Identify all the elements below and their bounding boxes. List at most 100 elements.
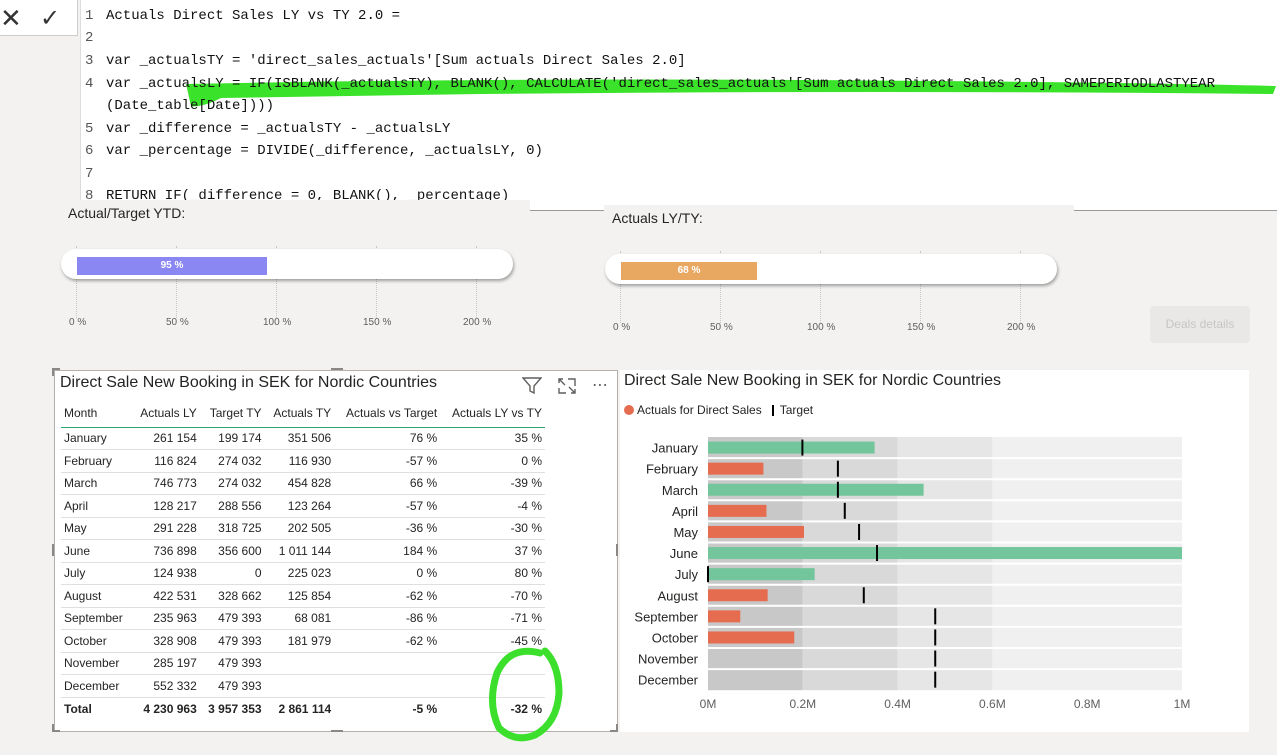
- table-row[interactable]: February 116 824 274 032 116 930 -57 % 0 %: [61, 449, 545, 473]
- close-icon[interactable]: ✕: [0, 4, 22, 34]
- booking-bullet-chart[interactable]: Direct Sale New Booking in SEK for Nordi…: [620, 370, 1249, 732]
- table-cell: 80 %: [440, 562, 545, 585]
- actual-bar: [708, 610, 741, 623]
- table-row[interactable]: November 285 197 479 393: [61, 652, 545, 675]
- table-cell: 291 228: [131, 517, 200, 540]
- table-row[interactable]: July 124 938 0 225 023 0 % 80 %: [61, 562, 545, 585]
- table-row[interactable]: June 736 898 356 600 1 011 144 184 % 37 %: [61, 539, 545, 563]
- table-row[interactable]: August 422 531 328 662 125 854 -62 % -70 %: [61, 584, 545, 608]
- line-number: 6: [85, 143, 94, 159]
- total-cell: 4 230 963: [131, 696, 200, 721]
- table-cell: -57 %: [334, 494, 441, 518]
- category-label: August: [658, 588, 699, 603]
- actual-bar: [708, 525, 804, 538]
- booking-table-visual[interactable]: Direct Sale New Booking in SEK for Nordi…: [52, 368, 618, 742]
- table-row[interactable]: December 552 332 479 393: [61, 674, 545, 698]
- table-cell: -39 %: [440, 472, 545, 495]
- table-row[interactable]: January 261 154 199 174 351 506 76 % 35 %: [61, 427, 545, 450]
- target-marker: [843, 502, 846, 519]
- category-label: May: [673, 525, 698, 540]
- actual-bar: [708, 441, 875, 454]
- table-cell: 746 773: [131, 472, 200, 495]
- table-cell: 318 725: [199, 517, 265, 540]
- table-cell: June: [61, 539, 132, 563]
- target-marker: [858, 523, 861, 540]
- axis-tick: 0 %: [69, 317, 87, 328]
- table-row[interactable]: September 235 963 479 393 68 081 -86 % -71 %: [61, 607, 545, 630]
- table-cell: January: [61, 427, 132, 450]
- table-cell: 479 393: [199, 652, 265, 675]
- axis-tick: 200 %: [463, 317, 492, 328]
- category-label: February: [646, 462, 699, 477]
- code-line[interactable]: (Date_table[Date]))): [106, 98, 274, 114]
- total-cell: -5 %: [334, 696, 441, 721]
- code-line[interactable]: var _actualsLY = IF(ISBLANK(_actualsTY),…: [106, 76, 1215, 92]
- table-row[interactable]: March 746 773 274 032 454 828 66 % -39 %: [61, 472, 545, 495]
- table-cell: -4 %: [440, 494, 545, 518]
- target-marker: [836, 460, 839, 477]
- deals-details-button[interactable]: Deals details: [1150, 306, 1250, 343]
- table-cell: 199 174: [199, 427, 265, 450]
- line-number: 2: [85, 30, 94, 46]
- code-line[interactable]: var _actualsTY = 'direct_sales_actuals'[…: [106, 53, 686, 69]
- table-cell: April: [61, 494, 132, 518]
- booking-table: Month Actuals LY Target TY Actuals TY Actual…: [61, 399, 545, 721]
- more-options-icon[interactable]: ⋯: [592, 375, 608, 394]
- code-line[interactable]: Actuals Direct Sales LY vs TY 2.0 =: [106, 8, 400, 24]
- line-number: 5: [85, 121, 94, 137]
- column-header[interactable]: Actuals vs Target: [334, 399, 441, 428]
- axis-tick: 100 %: [807, 322, 836, 333]
- x-tick-label: 0.6M: [979, 697, 1006, 711]
- table-cell: 128 217: [131, 494, 200, 518]
- table-cell: 0 %: [334, 562, 441, 585]
- line-number: 1: [85, 8, 94, 24]
- target-marker: [934, 650, 937, 667]
- table-total-row[interactable]: Total 4 230 963 3 957 353 2 861 114 -5 % -32 …: [61, 696, 545, 721]
- table-cell: 285 197: [131, 652, 200, 675]
- column-header[interactable]: Actuals LY vs TY: [440, 399, 545, 428]
- x-tick-label: 0.8M: [1074, 697, 1101, 711]
- column-header[interactable]: Target TY: [199, 399, 265, 428]
- axis-tick: 200 %: [1007, 322, 1036, 333]
- table-row[interactable]: April 128 217 288 556 123 264 -57 % -4 %: [61, 494, 545, 518]
- table-cell: September: [61, 607, 132, 630]
- table-cell: March: [61, 472, 132, 495]
- check-icon[interactable]: ✓: [40, 4, 60, 32]
- line-number: 3: [85, 53, 94, 69]
- table-cell: 66 %: [334, 472, 441, 495]
- table-cell: 422 531: [131, 584, 200, 608]
- filter-icon[interactable]: [521, 377, 543, 400]
- table-cell: 202 505: [264, 517, 335, 540]
- target-marker: [876, 545, 879, 562]
- table-cell: 454 828: [264, 472, 335, 495]
- table-cell: 0 %: [440, 449, 545, 473]
- table-cell: 479 393: [199, 607, 265, 630]
- focus-mode-icon[interactable]: [557, 377, 577, 400]
- target-marker: [934, 629, 937, 646]
- actual-bar: [708, 589, 768, 602]
- axis-tick: 0 %: [613, 322, 631, 333]
- code-line[interactable]: var _difference = _actualsTY - _actualsL…: [106, 121, 450, 137]
- column-header[interactable]: Month: [61, 399, 132, 428]
- table-row[interactable]: May 291 228 318 725 202 505 -36 % -30 %: [61, 517, 545, 540]
- table-row[interactable]: October 328 908 479 393 181 979 -62 % -45 %: [61, 629, 545, 653]
- table-cell: 328 908: [131, 629, 200, 653]
- total-cell: Total: [61, 696, 132, 721]
- column-header[interactable]: Actuals TY: [264, 399, 335, 428]
- table-cell: -70 %: [440, 584, 545, 608]
- axis-tick: 100 %: [263, 317, 292, 328]
- table-cell: 328 662: [199, 584, 265, 608]
- table-cell: August: [61, 584, 132, 608]
- dax-formula-editor[interactable]: 1 Actuals Direct Sales LY vs TY 2.0 = 2 3 va…: [80, 0, 1277, 211]
- axis-tick: 150 %: [363, 317, 392, 328]
- table-cell: -62 %: [334, 629, 441, 653]
- column-header[interactable]: Actuals LY: [131, 399, 200, 428]
- code-line[interactable]: var _percentage = DIVIDE(_difference, _a…: [106, 143, 543, 159]
- x-tick-label: 0M: [700, 697, 717, 711]
- category-label: January: [652, 441, 699, 456]
- total-cell: 3 957 353: [199, 696, 265, 721]
- chart-plot: January February March April May June July Augu…: [634, 437, 1190, 711]
- gauge-fill-bar: 68 %: [621, 262, 757, 280]
- table-cell: July: [61, 562, 132, 585]
- table-cell: 35 %: [440, 427, 545, 450]
